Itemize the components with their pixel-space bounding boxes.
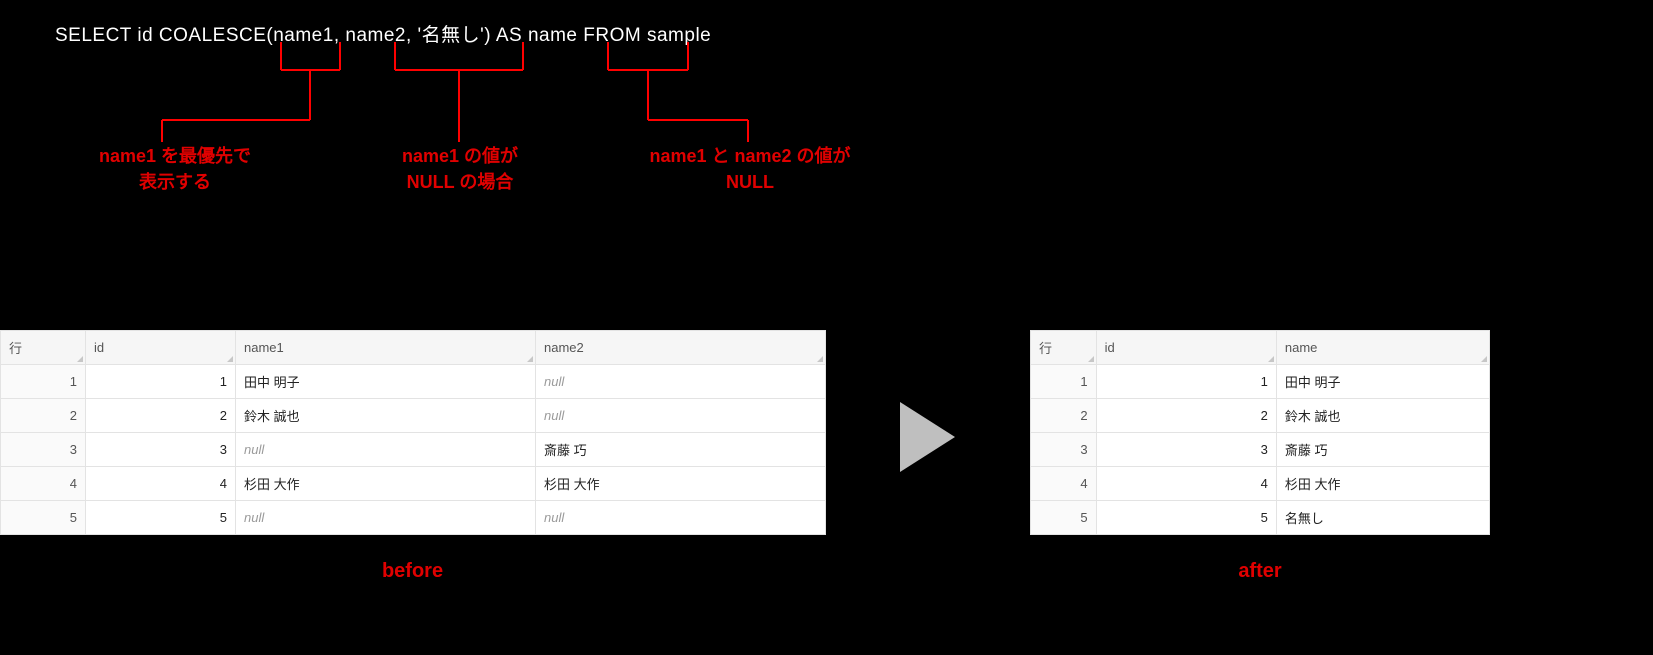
table-cell[interactable]: 鈴木 誠也 (236, 399, 536, 433)
sql-statement: SELECT id COALESCE(name1, name2, '名無し') … (55, 20, 711, 47)
row-number-cell[interactable]: 2 (1, 399, 86, 433)
annotation-line: name1 の値が (402, 146, 518, 166)
table-cell[interactable]: 4 (1096, 467, 1276, 501)
table-cell[interactable]: 名無し (1276, 501, 1489, 535)
row-number-cell[interactable]: 2 (1031, 399, 1097, 433)
annotation-line: name1 と name2 の値が (649, 146, 850, 166)
annotation-line: name1 を最優先で (99, 146, 251, 166)
row-number-cell[interactable]: 4 (1031, 467, 1097, 501)
table-cell[interactable]: null (536, 365, 826, 399)
table-cell[interactable]: 1 (86, 365, 236, 399)
before-caption: before (0, 560, 825, 583)
annotation-name1: name1 を最優先で 表示する (55, 143, 295, 195)
col-header-name1[interactable]: name1 (236, 331, 536, 365)
annotation-default: name1 と name2 の値が NULL (610, 143, 890, 195)
table-cell[interactable]: 杉田 大作 (236, 467, 536, 501)
annotation-line: NULL の場合 (407, 172, 514, 192)
table-cell[interactable]: null (236, 501, 536, 535)
col-header-id[interactable]: id (1096, 331, 1276, 365)
table-cell[interactable]: null (236, 433, 536, 467)
table-row: 33斎藤 巧 (1031, 433, 1490, 467)
row-number-cell[interactable]: 3 (1031, 433, 1097, 467)
table-cell[interactable]: 3 (1096, 433, 1276, 467)
table-row: 11田中 明子null (1, 365, 826, 399)
row-number-cell[interactable]: 1 (1031, 365, 1097, 399)
before-table: 行 id name1 name2 11田中 明子null22鈴木 誠也null3… (0, 330, 825, 535)
table-cell[interactable]: 杉田 大作 (1276, 467, 1489, 501)
table-cell[interactable]: null (536, 399, 826, 433)
annotation-line: NULL (726, 172, 774, 192)
table-cell[interactable]: 2 (86, 399, 236, 433)
annotation-name2: name1 の値が NULL の場合 (360, 143, 560, 195)
table-row: 55nullnull (1, 501, 826, 535)
table-row: 44杉田 大作 (1031, 467, 1490, 501)
table-row: 11田中 明子 (1031, 365, 1490, 399)
table-cell[interactable]: 杉田 大作 (536, 467, 826, 501)
table-row: 33null斎藤 巧 (1, 433, 826, 467)
table-cell[interactable]: 田中 明子 (1276, 365, 1489, 399)
row-number-cell[interactable]: 3 (1, 433, 86, 467)
col-header-row[interactable]: 行 (1, 331, 86, 365)
table-header-row: 行 id name1 name2 (1, 331, 826, 365)
table-row: 22鈴木 誠也null (1, 399, 826, 433)
row-number-cell[interactable]: 4 (1, 467, 86, 501)
table-cell[interactable]: 2 (1096, 399, 1276, 433)
table-cell[interactable]: 田中 明子 (236, 365, 536, 399)
row-number-cell[interactable]: 1 (1, 365, 86, 399)
row-number-cell[interactable]: 5 (1031, 501, 1097, 535)
after-table: 行 id name 11田中 明子22鈴木 誠也33斎藤 巧44杉田 大作55名… (1030, 330, 1490, 535)
table-cell[interactable]: 5 (1096, 501, 1276, 535)
arrow-icon (900, 402, 955, 472)
col-header-row[interactable]: 行 (1031, 331, 1097, 365)
table-cell[interactable]: 1 (1096, 365, 1276, 399)
annotation-line: 表示する (139, 172, 211, 192)
col-header-id[interactable]: id (86, 331, 236, 365)
table-header-row: 行 id name (1031, 331, 1490, 365)
table-cell[interactable]: 鈴木 誠也 (1276, 399, 1489, 433)
table-cell[interactable]: 斎藤 巧 (536, 433, 826, 467)
table-cell[interactable]: null (536, 501, 826, 535)
table-cell[interactable]: 3 (86, 433, 236, 467)
table-row: 55名無し (1031, 501, 1490, 535)
col-header-name2[interactable]: name2 (536, 331, 826, 365)
table-row: 22鈴木 誠也 (1031, 399, 1490, 433)
table-cell[interactable]: 斎藤 巧 (1276, 433, 1489, 467)
row-number-cell[interactable]: 5 (1, 501, 86, 535)
col-header-name[interactable]: name (1276, 331, 1489, 365)
table-row: 44杉田 大作杉田 大作 (1, 467, 826, 501)
table-cell[interactable]: 4 (86, 467, 236, 501)
after-caption: after (1030, 560, 1490, 583)
table-cell[interactable]: 5 (86, 501, 236, 535)
